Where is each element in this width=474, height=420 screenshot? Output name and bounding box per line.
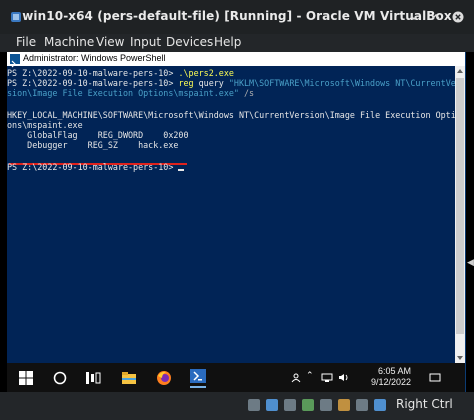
network-icon[interactable] — [321, 373, 333, 382]
maximize-icon[interactable] — [430, 11, 442, 23]
speaker-icon[interactable] — [338, 373, 349, 382]
menu-view[interactable]: View — [96, 35, 124, 49]
console-line-5: ons\mspaint.exe — [7, 120, 83, 130]
text-cursor — [178, 169, 185, 171]
scroll-down-icon[interactable] — [457, 356, 463, 360]
console-line-prompt: PS Z:\2022-09-10-malware-pers-10> — [7, 162, 185, 172]
virtualbox-menubar: File Machine View Input Devices Help — [0, 34, 474, 52]
console-line-2: PS Z:\2022-09-10-malware-pers-10> reg qu… — [7, 78, 455, 88]
host-key-label: Right Ctrl — [396, 397, 453, 411]
notifications-icon[interactable] — [429, 373, 441, 383]
search-circle-icon[interactable] — [52, 370, 68, 386]
minimize-icon[interactable] — [408, 11, 420, 23]
powershell-icon — [10, 54, 20, 68]
windows-start-icon[interactable] — [18, 370, 34, 386]
registry-row-debugger: Debugger REG_SZ hack.exe — [7, 140, 179, 150]
usb-icon[interactable] — [320, 399, 332, 411]
windows-taskbar: ⌃ 6:05 AM 9/12/2022 — [7, 363, 465, 392]
prompt: PS Z:\2022-09-10-malware-pers-10> — [7, 78, 179, 88]
menu-help[interactable]: Help — [214, 35, 241, 49]
guest-border-left — [0, 52, 7, 392]
guest-display[interactable]: ◀ Administrator: Windows PowerShell PS Z… — [0, 52, 474, 392]
menu-devices[interactable]: Devices — [166, 35, 213, 49]
side-arrow-icon: ◀ — [467, 258, 474, 268]
console-scrollbar[interactable] — [455, 66, 465, 363]
clock-time: 6:05 AM — [377, 366, 411, 376]
mouse-integration-icon[interactable] — [374, 399, 386, 411]
command-text: .\pers2.exe — [178, 68, 234, 78]
powershell-console[interactable]: PS Z:\2022-09-10-malware-pers-10> .\pers… — [7, 66, 455, 363]
task-view-icon[interactable] — [85, 370, 101, 386]
scroll-up-icon[interactable] — [457, 69, 463, 73]
console-line-4: HKEY_LOCAL_MACHINE\SOFTWARE\Microsoft\Wi… — [7, 110, 455, 120]
powershell-icon[interactable] — [190, 368, 206, 388]
prompt: PS Z:\2022-09-10-malware-pers-10> — [7, 68, 179, 78]
close-icon[interactable] — [452, 11, 464, 23]
optical-drive-icon[interactable] — [266, 399, 278, 411]
menu-file[interactable]: File — [16, 35, 36, 49]
shared-folders-icon[interactable] — [338, 399, 350, 411]
menu-input[interactable]: Input — [130, 35, 161, 49]
virtualbox-window: win10-x64 (pers-default-file) [Running] … — [0, 0, 474, 420]
string-arg: sion\Image File Execution Options\mspain… — [7, 88, 239, 98]
chevron-up-icon[interactable]: ⌃ — [306, 371, 314, 381]
network-adapter-icon[interactable] — [302, 399, 314, 411]
console-line-3: sion\Image File Execution Options\mspain… — [7, 88, 254, 98]
console-line-1: PS Z:\2022-09-10-malware-pers-10> .\pers… — [7, 68, 234, 78]
guest-border-right — [466, 52, 474, 392]
powershell-titlebar[interactable]: Administrator: Windows PowerShell — [7, 52, 465, 68]
file-explorer-icon[interactable] — [121, 370, 137, 386]
scrollbar-thumb[interactable] — [456, 78, 464, 334]
registry-row-globalflag: GlobalFlag REG_DWORD 0x200 — [7, 130, 189, 140]
powershell-window[interactable]: Administrator: Windows PowerShell PS Z:\… — [7, 52, 465, 363]
param-text: /s — [238, 88, 255, 98]
virtualbox-titlebar[interactable]: win10-x64 (pers-default-file) [Running] … — [0, 0, 474, 34]
virtualbox-statusbar: Right Ctrl — [0, 392, 474, 420]
display-icon[interactable] — [356, 399, 368, 411]
people-icon[interactable] — [291, 373, 301, 383]
powershell-title: Administrator: Windows PowerShell — [23, 53, 166, 63]
command-args: query — [193, 78, 229, 88]
audio-icon[interactable] — [284, 399, 296, 411]
menu-machine[interactable]: Machine — [44, 35, 94, 49]
hard-disk-icon[interactable] — [248, 399, 260, 411]
taskbar-clock[interactable]: 6:05 AM 9/12/2022 — [371, 366, 411, 388]
firefox-icon[interactable] — [156, 370, 172, 386]
command-text: reg — [178, 78, 194, 88]
clock-date: 9/12/2022 — [370, 377, 411, 387]
string-arg: "HKLM\SOFTWARE\Microsoft\Windows NT\Curr… — [228, 78, 455, 88]
prompt: PS Z:\2022-09-10-malware-pers-10> — [7, 162, 179, 172]
window-title: win10-x64 (pers-default-file) [Running] … — [22, 9, 452, 23]
